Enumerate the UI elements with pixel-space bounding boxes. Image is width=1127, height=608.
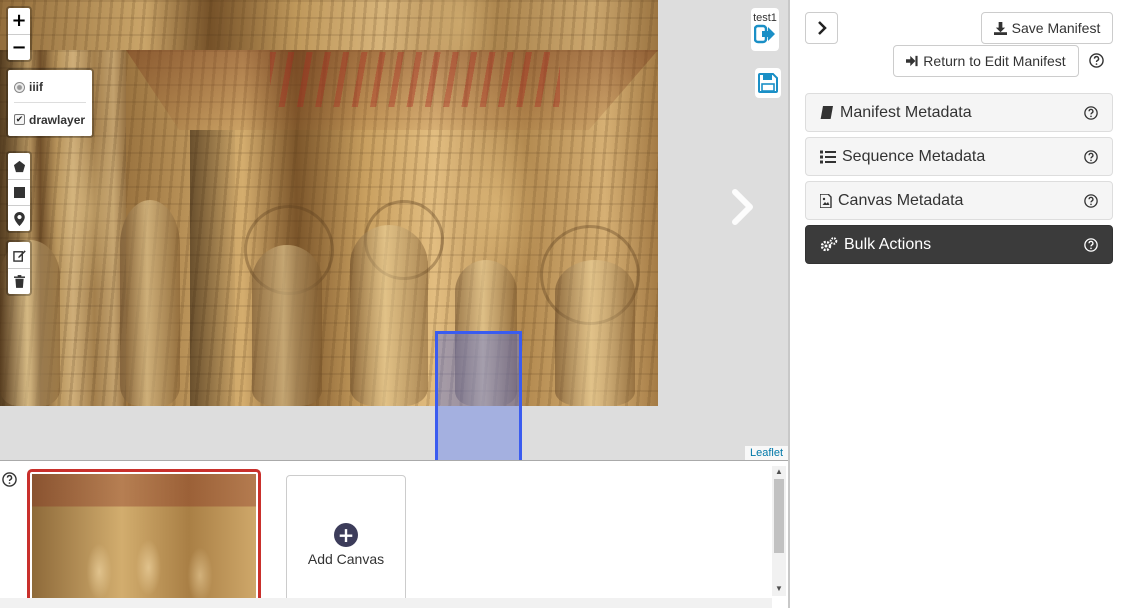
canvas-thumbnail-strip: + Add Canvas ▲ ▼ <box>0 460 788 608</box>
layer-label: iiif <box>29 80 43 94</box>
chevron-right-icon <box>732 189 753 225</box>
draw-marker-button[interactable] <box>8 205 30 231</box>
map-viewer[interactable]: + − iiif ✔ drawlayer test1 Leaflet <box>0 0 788 460</box>
layer-control: iiif ✔ drawlayer <box>6 68 94 138</box>
leaflet-attribution-link[interactable]: Leaflet <box>744 446 788 460</box>
collapse-panel-button[interactable] <box>805 12 838 44</box>
canvas-thumbnail-selected[interactable] <box>27 469 261 608</box>
edit-layers-button[interactable] <box>8 242 30 268</box>
buddha-figure <box>120 200 180 406</box>
save-manifest-button[interactable]: Save Manifest <box>981 12 1113 44</box>
plus-circle-icon: + <box>334 523 358 547</box>
return-to-edit-label: Return to Edit Manifest <box>923 53 1066 69</box>
accordion-sequence-metadata[interactable]: Sequence Metadata <box>805 137 1113 176</box>
delete-layers-button[interactable] <box>8 268 30 294</box>
zoom-control: + − <box>6 6 32 62</box>
save-layers-button[interactable] <box>755 68 781 98</box>
help-icon[interactable] <box>1084 105 1098 120</box>
section-label: Manifest Metadata <box>840 103 972 121</box>
accordion-manifest-metadata[interactable]: Manifest Metadata <box>805 93 1113 132</box>
image-tile <box>0 0 658 50</box>
username-label: test1 <box>753 12 777 24</box>
help-icon[interactable] <box>2 472 17 492</box>
side-panel: Save Manifest Return to Edit Manifest Ma… <box>790 0 1127 608</box>
buddha-figure <box>555 260 635 406</box>
draw-toolbar <box>6 151 32 233</box>
help-icon[interactable] <box>1084 237 1098 252</box>
save-manifest-label: Save Manifest <box>1011 20 1101 36</box>
scroll-up-icon[interactable]: ▲ <box>775 467 783 476</box>
accordion-canvas-metadata[interactable]: Canvas Metadata <box>805 181 1113 220</box>
sign-in-icon <box>906 55 918 67</box>
layer-option-drawlayer[interactable]: ✔ drawlayer <box>14 102 86 130</box>
checkbox[interactable]: ✔ <box>14 114 25 125</box>
layer-label: drawlayer <box>29 112 86 127</box>
add-canvas-button[interactable]: + Add Canvas <box>286 475 406 605</box>
zoom-out-button[interactable]: − <box>8 34 30 60</box>
image-file-icon <box>820 193 832 208</box>
list-ol-icon <box>820 150 836 163</box>
marker-icon <box>13 211 25 226</box>
rectangle-icon <box>13 187 25 198</box>
scroll-down-icon[interactable]: ▼ <box>775 584 783 593</box>
edit-icon <box>12 249 26 262</box>
edit-toolbar <box>6 240 32 296</box>
help-icon[interactable] <box>1084 193 1098 208</box>
book-icon <box>820 105 833 119</box>
drawn-rectangle-annotation[interactable] <box>435 331 522 460</box>
polygon-icon <box>13 160 25 172</box>
buddha-figure <box>350 225 428 406</box>
horizontal-scrollbar[interactable] <box>0 598 772 608</box>
chevron-right-icon <box>817 21 827 35</box>
buddha-figure <box>252 245 322 406</box>
sign-out-icon[interactable] <box>753 24 776 44</box>
download-icon <box>993 21 1007 35</box>
return-to-edit-button[interactable]: Return to Edit Manifest <box>893 45 1079 77</box>
vertical-scrollbar[interactable]: ▲ ▼ <box>772 466 786 596</box>
draw-rectangle-button[interactable] <box>8 179 30 205</box>
section-label: Bulk Actions <box>844 235 932 253</box>
shadow <box>190 130 235 406</box>
add-canvas-label: Add Canvas <box>307 551 385 567</box>
help-icon[interactable] <box>1084 149 1098 164</box>
section-label: Sequence Metadata <box>842 147 986 165</box>
radio-button[interactable] <box>14 81 25 93</box>
draw-polygon-button[interactable] <box>8 153 30 179</box>
section-label: Canvas Metadata <box>838 191 964 209</box>
user-logout-control[interactable]: test1 <box>751 8 779 51</box>
floppy-disk-icon <box>758 73 778 93</box>
painted-area <box>270 52 560 107</box>
layer-option-iiif[interactable]: iiif <box>14 76 86 98</box>
trash-icon <box>13 275 25 288</box>
zoom-in-button[interactable]: + <box>8 8 30 34</box>
next-canvas-arrow[interactable] <box>728 187 758 227</box>
accordion-bulk-actions[interactable]: Bulk Actions <box>805 225 1113 264</box>
thumbnail-image <box>32 474 256 604</box>
help-icon[interactable] <box>1089 53 1104 73</box>
scrollbar-thumb[interactable] <box>774 479 784 553</box>
cogs-icon <box>820 237 838 252</box>
